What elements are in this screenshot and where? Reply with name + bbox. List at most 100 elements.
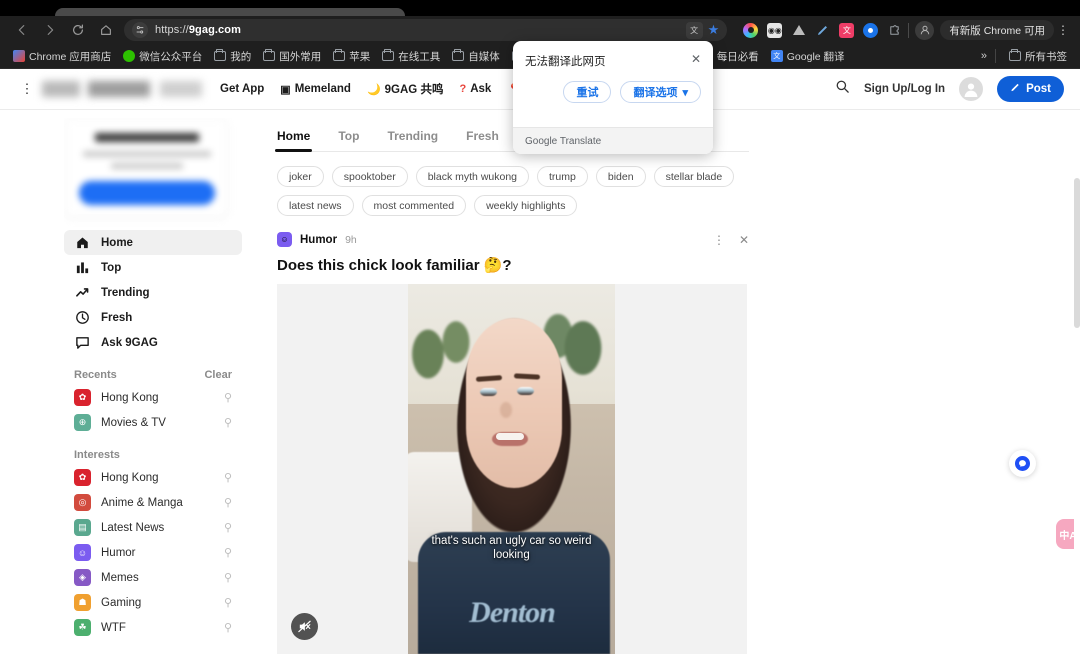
tag-chip[interactable]: weekly highlights	[474, 195, 578, 216]
tag-chip[interactable]: stellar blade	[653, 166, 735, 187]
extension-mountain[interactable]	[791, 23, 806, 38]
list-item[interactable]: ✿ Hong Kong ⚲	[64, 385, 242, 410]
scrollbar-thumb[interactable]	[1074, 178, 1080, 328]
hamburger-menu-icon[interactable]: ⋮	[16, 81, 38, 97]
tab-fresh[interactable]: Fresh	[466, 129, 499, 151]
list-item[interactable]: ◈ Memes ⚲	[64, 565, 242, 590]
active-tab[interactable]	[55, 8, 405, 16]
address-bar[interactable]: https://9gag.com 文 ★	[124, 19, 728, 41]
tab-top[interactable]: Top	[338, 129, 359, 151]
bookmark-item[interactable]: 微信公众平台	[118, 47, 207, 66]
bookmark-label: 每日必看	[716, 50, 759, 63]
pin-icon[interactable]: ⚲	[224, 496, 232, 509]
muted-speaker-icon[interactable]	[291, 613, 318, 640]
clock-icon	[74, 310, 90, 326]
pin-icon[interactable]: ⚲	[224, 571, 232, 584]
post-media[interactable]: Denton that's such an ugly car so weird …	[277, 284, 747, 654]
signup-login-button[interactable]: Sign Up/Log In	[864, 83, 945, 95]
sidebar-item-fresh[interactable]: Fresh	[64, 305, 242, 330]
sidebar-item-top[interactable]: Top	[64, 255, 242, 280]
back-arrow-icon[interactable]	[8, 16, 36, 44]
nav-get-app[interactable]: Get App	[220, 83, 264, 95]
pin-icon[interactable]: ⚲	[224, 521, 232, 534]
nav-9gag-vibe[interactable]: 🌙 9GAG 共鸣	[367, 81, 444, 97]
clear-recents-button[interactable]: Clear	[204, 369, 232, 381]
pin-icon[interactable]: ⚲	[224, 546, 232, 559]
signup-promo-card[interactable]	[64, 118, 228, 218]
extension-puzzle[interactable]	[887, 23, 902, 38]
list-item[interactable]: ☺ Humor ⚲	[64, 540, 242, 565]
sidebar: Home Top Trending Fresh Ask 9GAG Recents…	[64, 118, 242, 655]
post-section-label[interactable]: Humor	[300, 234, 337, 246]
tag-chip[interactable]: most commented	[361, 195, 467, 216]
chrome-update-chip[interactable]: 有新版 Chrome 可用	[940, 20, 1054, 40]
sidebar-item-trending[interactable]: Trending	[64, 280, 242, 305]
bookmark-item[interactable]: 国外常用	[258, 47, 326, 66]
tag-chip[interactable]: latest news	[277, 195, 354, 216]
tag-chip[interactable]: trump	[537, 166, 588, 187]
more-vertical-icon[interactable]: ⋮	[713, 233, 725, 247]
home-icon[interactable]	[92, 16, 120, 44]
reload-icon[interactable]	[64, 16, 92, 44]
post-button[interactable]: Post	[997, 76, 1064, 102]
tab-home[interactable]: Home	[274, 129, 313, 152]
translate-page-icon[interactable]: 文	[685, 21, 703, 39]
omnibox-actions: 文 ★	[685, 21, 720, 39]
tag-chip[interactable]: joker	[277, 166, 324, 187]
pin-icon[interactable]: ⚲	[224, 596, 232, 609]
nav-ask[interactable]: ? Ask	[459, 83, 491, 95]
list-item[interactable]: ◎ Anime & Manga ⚲	[64, 490, 242, 515]
three-dot-menu-icon[interactable]: ⋮	[1054, 24, 1072, 36]
google-translate-icon: 文	[770, 50, 783, 62]
star-icon[interactable]: ★	[708, 22, 720, 38]
tag-chip[interactable]: spooktober	[331, 166, 408, 187]
retry-button[interactable]: 重试	[563, 81, 612, 103]
list-item[interactable]: ⊕ Movies & TV ⚲	[64, 410, 242, 435]
sidebar-item-ask-9gag[interactable]: Ask 9GAG	[64, 330, 242, 355]
list-item[interactable]: ✿ Hong Kong ⚲	[64, 465, 242, 490]
trending-up-icon	[74, 285, 90, 301]
extension-blue-circle[interactable]	[863, 22, 879, 38]
site-settings-icon[interactable]	[132, 22, 148, 38]
bookmarks-overflow-icon[interactable]: »	[981, 50, 987, 62]
post-title[interactable]: Does this chick look familiar 🤔?	[277, 256, 749, 274]
avatar[interactable]	[959, 77, 984, 101]
bookmark-item[interactable]: 文 Google 翻译	[766, 47, 850, 66]
messenger-bubble-icon[interactable]	[1009, 450, 1036, 477]
url-text: https://9gag.com	[155, 24, 241, 36]
profile-avatar-icon[interactable]	[915, 20, 935, 40]
video-player[interactable]: Denton that's such an ugly car so weird …	[408, 284, 615, 654]
bookmark-item[interactable]: 在线工具	[377, 47, 445, 66]
promo-sub-blur	[83, 151, 211, 157]
tag-chip[interactable]: biden	[595, 166, 646, 187]
extension-goggles[interactable]: ◉◉	[767, 22, 783, 38]
close-icon[interactable]: ✕	[739, 233, 749, 247]
pin-icon[interactable]: ⚲	[224, 391, 232, 404]
all-bookmarks-button[interactable]: 所有书签	[1004, 47, 1072, 66]
extension-colorful-ring[interactable]	[743, 22, 759, 38]
translate-popup-actions: 重试 翻译选项 ▾	[513, 69, 713, 103]
tab-trending[interactable]: Trending	[387, 129, 438, 151]
toolbar-divider	[908, 22, 910, 38]
sidebar-item-home[interactable]: Home	[64, 230, 242, 255]
translate-options-button[interactable]: 翻译选项 ▾	[620, 81, 701, 103]
list-item[interactable]: ☗ Gaming ⚲	[64, 590, 242, 615]
bookmark-item[interactable]: 我的	[209, 47, 256, 66]
extension-translate-pink[interactable]: 文	[839, 22, 855, 38]
pin-icon[interactable]: ⚲	[224, 471, 232, 484]
search-icon[interactable]	[835, 79, 850, 99]
list-item[interactable]: ▤ Latest News ⚲	[64, 515, 242, 540]
bookmark-item[interactable]: 自媒体	[447, 47, 505, 66]
close-icon[interactable]: ✕	[691, 53, 701, 65]
extension-pen[interactable]	[815, 23, 830, 38]
list-item[interactable]: ☘ WTF ⚲	[64, 615, 242, 640]
page-scrollbar[interactable]	[1074, 138, 1080, 655]
pin-icon[interactable]: ⚲	[224, 416, 232, 429]
nav-memeland[interactable]: ▣ Memeland	[280, 83, 351, 96]
tag-chip[interactable]: black myth wukong	[415, 166, 530, 187]
9gag-logo[interactable]	[42, 81, 202, 97]
bookmark-item[interactable]: Chrome 应用商店	[8, 47, 116, 66]
forward-arrow-icon[interactable]	[36, 16, 64, 44]
bookmark-item[interactable]: 苹果	[328, 47, 375, 66]
pin-icon[interactable]: ⚲	[224, 621, 232, 634]
